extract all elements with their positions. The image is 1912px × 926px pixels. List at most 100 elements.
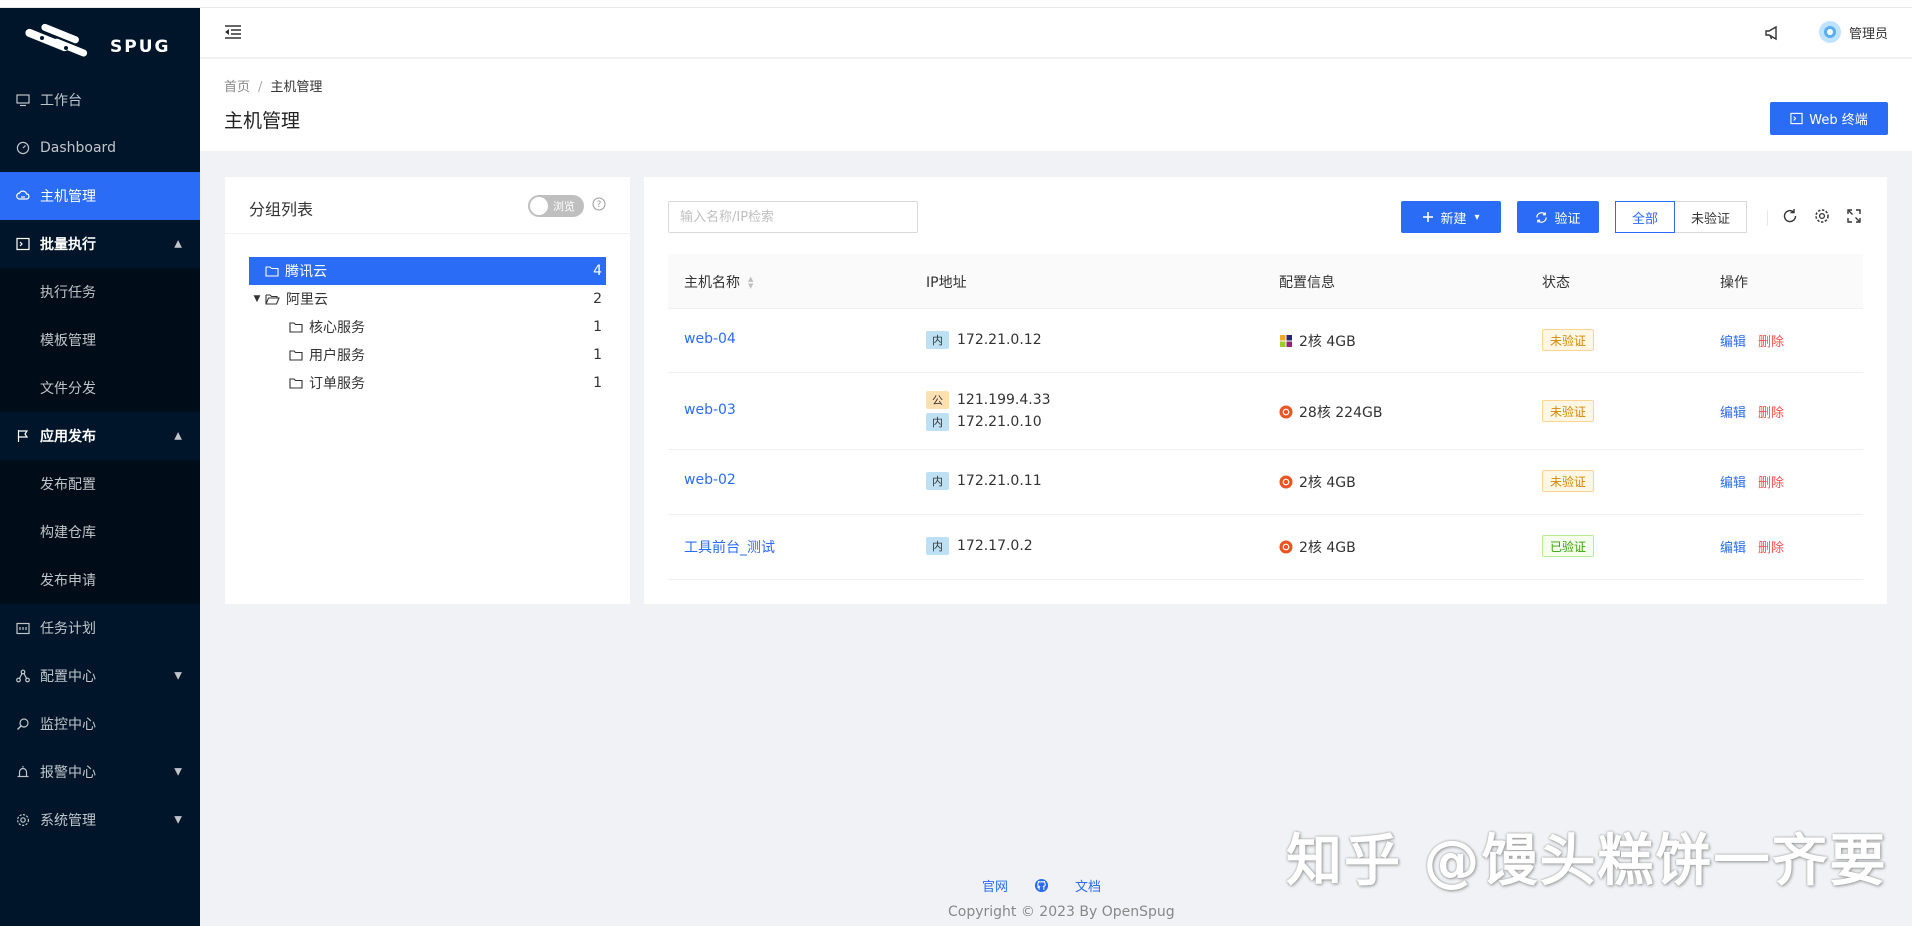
ip-cell: 内 172.17.0.2 [926,535,1033,557]
toolbar-divider [1767,210,1768,226]
user-menu[interactable]: 管理员 [1818,21,1888,43]
verify-button[interactable]: 验证 [1517,201,1599,233]
footer-link-docs[interactable]: 文档 [1075,876,1101,895]
reload-icon[interactable] [1782,208,1798,228]
sidebar-item-monitor[interactable]: 监控中心 [0,700,200,748]
sidebar-item-batch[interactable]: 批量执行 ▲ [0,220,200,268]
sidebar-item-alarm[interactable]: 报警中心 ▼ [0,748,200,796]
tree-node-label: 核心服务 [309,320,365,336]
sidebar-item-host[interactable]: 主机管理 [0,172,200,220]
sidebar-item-deploy-config[interactable]: 发布配置 [0,460,200,508]
edit-link[interactable]: 编辑 [1720,541,1746,556]
row-actions: 编辑 删除 [1720,472,1784,491]
copyright: Copyright © 2023 By OpenSpug [948,904,1175,920]
ip-cell: 内 172.21.0.11 [926,470,1042,492]
sidebar-item-deploy-request[interactable]: 发布申请 [0,556,200,604]
breadcrumb-separator: / [258,80,263,95]
ubuntu-icon [1279,540,1293,554]
chevron-down-icon: ▼ [174,766,182,778]
filter-unverified[interactable]: 未验证 [1675,201,1747,233]
column-header-name[interactable]: 主机名称 ▲ ▼ [684,272,753,292]
tree-node-tencent[interactable]: 腾讯云 4 [249,257,606,285]
fullscreen-icon[interactable] [1846,208,1862,228]
tree-node-user[interactable]: 用户服务 1 [249,341,606,369]
sidebar-item-schedule[interactable]: 任务计划 [0,604,200,652]
table-row: web-02 内 172.21.0.11 2核 4GB 未验证 编辑 删除 [668,450,1863,515]
delete-link[interactable]: 删除 [1758,406,1784,421]
host-name-link[interactable]: web-02 [684,472,736,488]
spec-cell: 2核 4GB [1279,472,1356,492]
status-badge: 未验证 [1542,470,1595,492]
table-row: web-04 内 172.21.0.12 2核 4GB 未验证 编辑 删除 [668,309,1863,373]
menu-fold-icon[interactable] [224,24,242,44]
browse-switch[interactable]: 浏览 [528,195,584,217]
page-title: 主机管理 [224,110,301,132]
breadcrumb: 首页 / 主机管理 [224,76,322,95]
chevron-down-icon: ▼ [174,814,182,826]
row-actions: 编辑 删除 [1720,331,1784,350]
flag-icon [16,429,30,443]
sidebar-item-deploy[interactable]: 应用发布 ▲ [0,412,200,460]
spec-text: 2核 4GB [1299,540,1356,556]
caret-down-icon[interactable]: ▼ [249,294,265,304]
sidebar-item-label: 任务计划 [40,621,96,637]
new-host-button[interactable]: 新建 ▾ [1401,201,1501,233]
group-panel: 分组列表 浏览 ? 腾讯云 4 ▼ 阿里云 2 核心服务 1 用户服务 1 订单… [225,177,630,604]
chevron-up-icon: ▲ [174,430,182,442]
ip-address: 172.17.0.2 [957,538,1033,554]
sidebar-item-dashboard[interactable]: Dashboard [0,124,200,172]
ip-address: 172.21.0.12 [957,332,1042,348]
status-badge: 未验证 [1542,329,1595,351]
sidebar-item-system[interactable]: 系统管理 ▼ [0,796,200,844]
sidebar-item-build-repo[interactable]: 构建仓库 [0,508,200,556]
sidebar-item-label: 批量执行 [40,237,96,253]
footer-link-website[interactable]: 官网 [982,876,1008,895]
spug-logo-icon [25,23,88,57]
table-row: web-03 公 121.199.4.33 内 172.21.0.10 28核 22… [668,373,1863,450]
sidebar-item-config[interactable]: 配置中心 ▼ [0,652,200,700]
edit-link[interactable]: 编辑 [1720,335,1746,350]
delete-link[interactable]: 删除 [1758,541,1784,556]
logo[interactable]: SPUG [0,8,200,76]
filter-all[interactable]: 全部 [1615,201,1675,233]
delete-link[interactable]: 删除 [1758,335,1784,350]
sidebar-item-workbench[interactable]: 工作台 [0,76,200,124]
github-icon[interactable] [1034,878,1049,893]
tree-node-order[interactable]: 订单服务 1 [249,369,606,397]
edit-link[interactable]: 编辑 [1720,476,1746,491]
sidebar-item-file-dist[interactable]: 文件分发 [0,364,200,412]
tree-node-aliyun[interactable]: ▼ 阿里云 2 [249,285,606,313]
desktop-icon [16,93,30,107]
group-panel-header: 分组列表 浏览 ? [225,177,630,234]
ubuntu-icon [1279,475,1293,489]
sidebar-item-label: 配置中心 [40,669,96,685]
ip-tag-internal: 内 [926,331,949,349]
sort-icon[interactable]: ▲ ▼ [748,276,753,290]
edit-link[interactable]: 编辑 [1720,406,1746,421]
tree-node-core[interactable]: 核心服务 1 [249,313,606,341]
host-name-link[interactable]: web-03 [684,402,736,418]
tree-node-label: 阿里云 [286,292,328,308]
notification-icon[interactable] [1764,25,1780,45]
cloud-server-icon [16,189,30,203]
terminal-icon [1790,112,1803,125]
breadcrumb-home[interactable]: 首页 [224,80,250,95]
question-circle-icon[interactable]: ? [592,197,606,215]
page-header: 首页 / 主机管理 主机管理 Web 终端 [200,59,1912,151]
web-terminal-button[interactable]: Web 终端 [1770,102,1888,135]
chevron-down-icon: ▾ [1474,211,1480,223]
tree-node-label: 订单服务 [309,376,365,392]
host-name-link[interactable]: web-04 [684,331,736,347]
setting-icon[interactable] [1814,208,1830,228]
apartment-icon [16,669,30,683]
sidebar-item-label: 应用发布 [40,429,96,445]
web-terminal-label: Web 终端 [1809,113,1868,128]
centos-icon [1279,334,1293,348]
sidebar-item-template[interactable]: 模板管理 [0,316,200,364]
host-name-link[interactable]: 工具前台_测试 [684,537,775,557]
search-input[interactable] [668,201,918,233]
delete-link[interactable]: 删除 [1758,476,1784,491]
watermark: 知乎 @馒头糕饼一齐要 [1286,829,1888,894]
sidebar-item-label: 监控中心 [40,717,96,733]
sidebar-item-exec-task[interactable]: 执行任务 [0,268,200,316]
